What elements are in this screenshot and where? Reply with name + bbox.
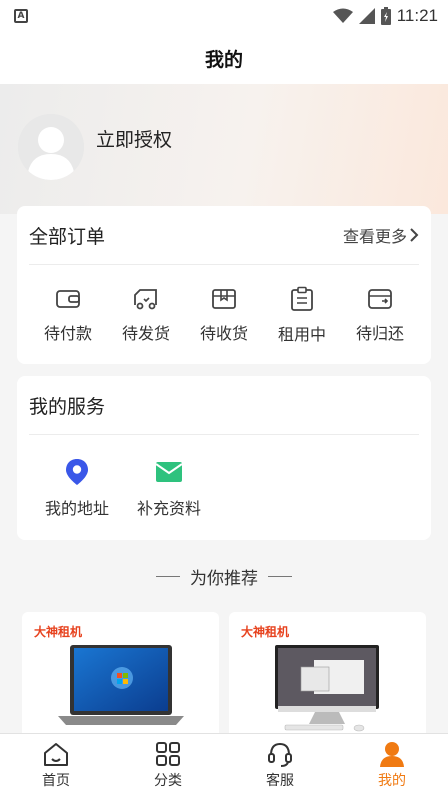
a-icon: A [14, 9, 28, 23]
return-icon [368, 288, 392, 309]
orders-card: 全部订单 查看更多 待付款 待发货 待收货 租用中 待归还 [17, 206, 431, 364]
avatar-silhouette-icon [18, 114, 84, 180]
headset-icon [268, 742, 292, 767]
tab-customer-service[interactable]: 客服 [240, 740, 320, 790]
order-pending-payment[interactable]: 待付款 [32, 287, 104, 344]
service-supplement-info[interactable]: 补充资料 [133, 458, 205, 519]
wifi-icon [332, 8, 353, 23]
order-pending-receipt[interactable]: 待收货 [188, 287, 260, 344]
chevron-right-icon [410, 228, 419, 242]
avatar[interactable] [18, 114, 84, 180]
truck-icon [134, 288, 157, 309]
box-icon [212, 288, 236, 309]
location-pin-icon [66, 458, 88, 485]
recommend-heading: 为你推荐 [0, 564, 448, 589]
status-time: 11:21 [396, 6, 438, 25]
clipboard-icon [291, 286, 313, 311]
product-card[interactable]: 大神租机 [22, 612, 219, 742]
services-title: 我的服务 [29, 395, 106, 418]
order-pending-shipment[interactable]: 待发货 [110, 287, 182, 344]
tab-category[interactable]: 分类 [128, 740, 208, 790]
order-item-label: 待付款 [43, 323, 92, 343]
divider [268, 575, 292, 577]
services-header: 我的服务 [29, 376, 419, 435]
profile-header: 立即授权 [0, 84, 448, 214]
category-icon [156, 742, 180, 766]
services-card: 我的服务 我的地址 补充资料 [17, 376, 431, 540]
status-bar: A 11:21 [0, 0, 448, 32]
divider [156, 575, 180, 577]
services-row: 我的地址 补充资料 [29, 436, 205, 540]
tab-label: 客服 [266, 773, 294, 789]
tab-bar: 首页 分类 客服 我的 [0, 733, 448, 796]
order-item-label: 租用中 [277, 324, 326, 344]
signal-icon [358, 8, 375, 24]
tab-home[interactable]: 首页 [16, 740, 96, 790]
wallet-icon [56, 289, 80, 308]
product-card[interactable]: 大神租机 [229, 612, 426, 742]
service-item-label: 我的地址 [44, 498, 109, 518]
nav-bar: 我的 [0, 32, 448, 84]
view-more-link[interactable]: 查看更多 [343, 223, 419, 247]
battery-icon [380, 7, 391, 25]
order-item-label: 待收货 [199, 323, 248, 343]
tab-label: 分类 [154, 773, 182, 789]
authorize-link[interactable]: 立即授权 [96, 125, 172, 152]
view-more-label: 查看更多 [342, 227, 407, 246]
page-title: 我的 [204, 48, 243, 71]
tab-label: 首页 [42, 773, 70, 789]
service-item-label: 补充资料 [136, 498, 201, 518]
orders-title: 全部订单 [29, 225, 106, 248]
mail-icon [155, 461, 183, 482]
orders-header: 全部订单 查看更多 [29, 206, 419, 265]
order-item-label: 待发货 [121, 323, 170, 343]
status-indicators: 11:21 [332, 6, 438, 26]
home-icon [44, 743, 68, 766]
tab-label: 我的 [378, 773, 406, 789]
recommend-title: 为你推荐 [190, 568, 258, 589]
all-in-one-pc-image [275, 645, 379, 732]
tab-mine[interactable]: 我的 [352, 740, 432, 790]
laptop-image [58, 645, 184, 725]
order-renting[interactable]: 租用中 [266, 286, 338, 345]
service-my-address[interactable]: 我的地址 [41, 458, 113, 519]
order-item-label: 待归还 [355, 323, 404, 343]
user-icon [380, 742, 404, 767]
order-pending-return[interactable]: 待归还 [344, 287, 416, 344]
order-status-row: 待付款 待发货 待收货 租用中 待归还 [17, 266, 431, 364]
